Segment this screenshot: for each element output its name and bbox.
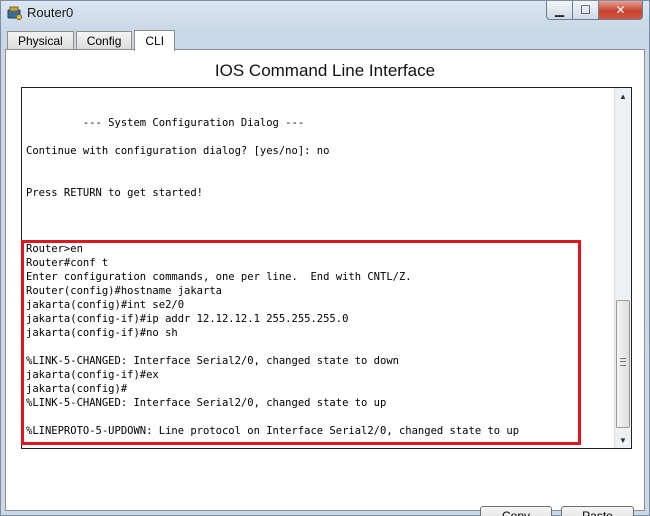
terminal-line: jakarta(config)#int se2/0 (26, 299, 185, 311)
title-bar[interactable]: Router0 ▁ ☐ ✕ (1, 1, 649, 25)
terminal-line: --- System Configuration Dialog --- (26, 117, 305, 129)
tab-physical[interactable]: Physical (7, 31, 74, 50)
terminal-line: Enter configuration commands, one per li… (26, 271, 412, 283)
terminal-line: Press RETURN to get started! (26, 187, 204, 199)
router-app-icon (7, 6, 22, 20)
minimize-button[interactable]: ▁ (546, 1, 573, 20)
router-window: Router0 ▁ ☐ ✕ Physical Config CLI IOS Co… (0, 0, 650, 516)
maximize-icon: ☐ (580, 3, 591, 17)
window-controls: ▁ ☐ ✕ (546, 1, 643, 20)
terminal-line: Router(config)#hostname jakarta (26, 285, 222, 297)
terminal-line: Router>en (26, 243, 83, 255)
panel-title: IOS Command Line Interface (214, 61, 436, 80)
cli-panel: IOS Command Line Interface --- System Co… (5, 49, 645, 516)
terminal-scrollbar[interactable]: ▲ ▼ (614, 88, 631, 448)
close-button[interactable]: ✕ (599, 1, 643, 20)
scroll-thumb[interactable] (616, 300, 630, 428)
terminal-line: jakarta(config)# (26, 383, 128, 395)
terminal-line: %LINK-5-CHANGED: Interface Serial2/0, ch… (26, 397, 387, 409)
grip-icon (620, 358, 626, 366)
terminal-line: jakarta(config-if)#ip addr 12.12.12.1 25… (26, 313, 349, 325)
terminal-line: Continue with configuration dialog? [yes… (26, 145, 330, 157)
maximize-button[interactable]: ☐ (573, 1, 599, 20)
tab-config[interactable]: Config (75, 31, 133, 50)
tab-bar: Physical Config CLI (7, 29, 177, 51)
terminal-line: jakarta(config-if)#ex (26, 369, 159, 381)
cli-terminal[interactable]: --- System Configuration Dialog --- Conti… (21, 87, 632, 449)
tab-cli[interactable]: CLI (134, 30, 176, 51)
scroll-down-arrow-icon[interactable]: ▼ (615, 432, 631, 448)
minimize-icon: ▁ (554, 3, 565, 17)
scroll-up-arrow-icon[interactable]: ▲ (615, 88, 631, 104)
copy-button[interactable]: Copy (480, 506, 552, 516)
close-icon: ✕ (615, 3, 626, 17)
terminal-output[interactable]: --- System Configuration Dialog --- Conti… (26, 88, 614, 448)
terminal-line: %LINK-5-CHANGED: Interface Serial2/0, ch… (26, 355, 399, 367)
window-title: Router0 (27, 5, 74, 20)
terminal-line: jakarta(config-if)#no sh (26, 327, 178, 339)
terminal-line: Router#conf t (26, 257, 109, 269)
terminal-line: %LINEPROTO-5-UPDOWN: Line protocol on In… (26, 425, 520, 437)
paste-button[interactable]: Paste (561, 506, 634, 516)
